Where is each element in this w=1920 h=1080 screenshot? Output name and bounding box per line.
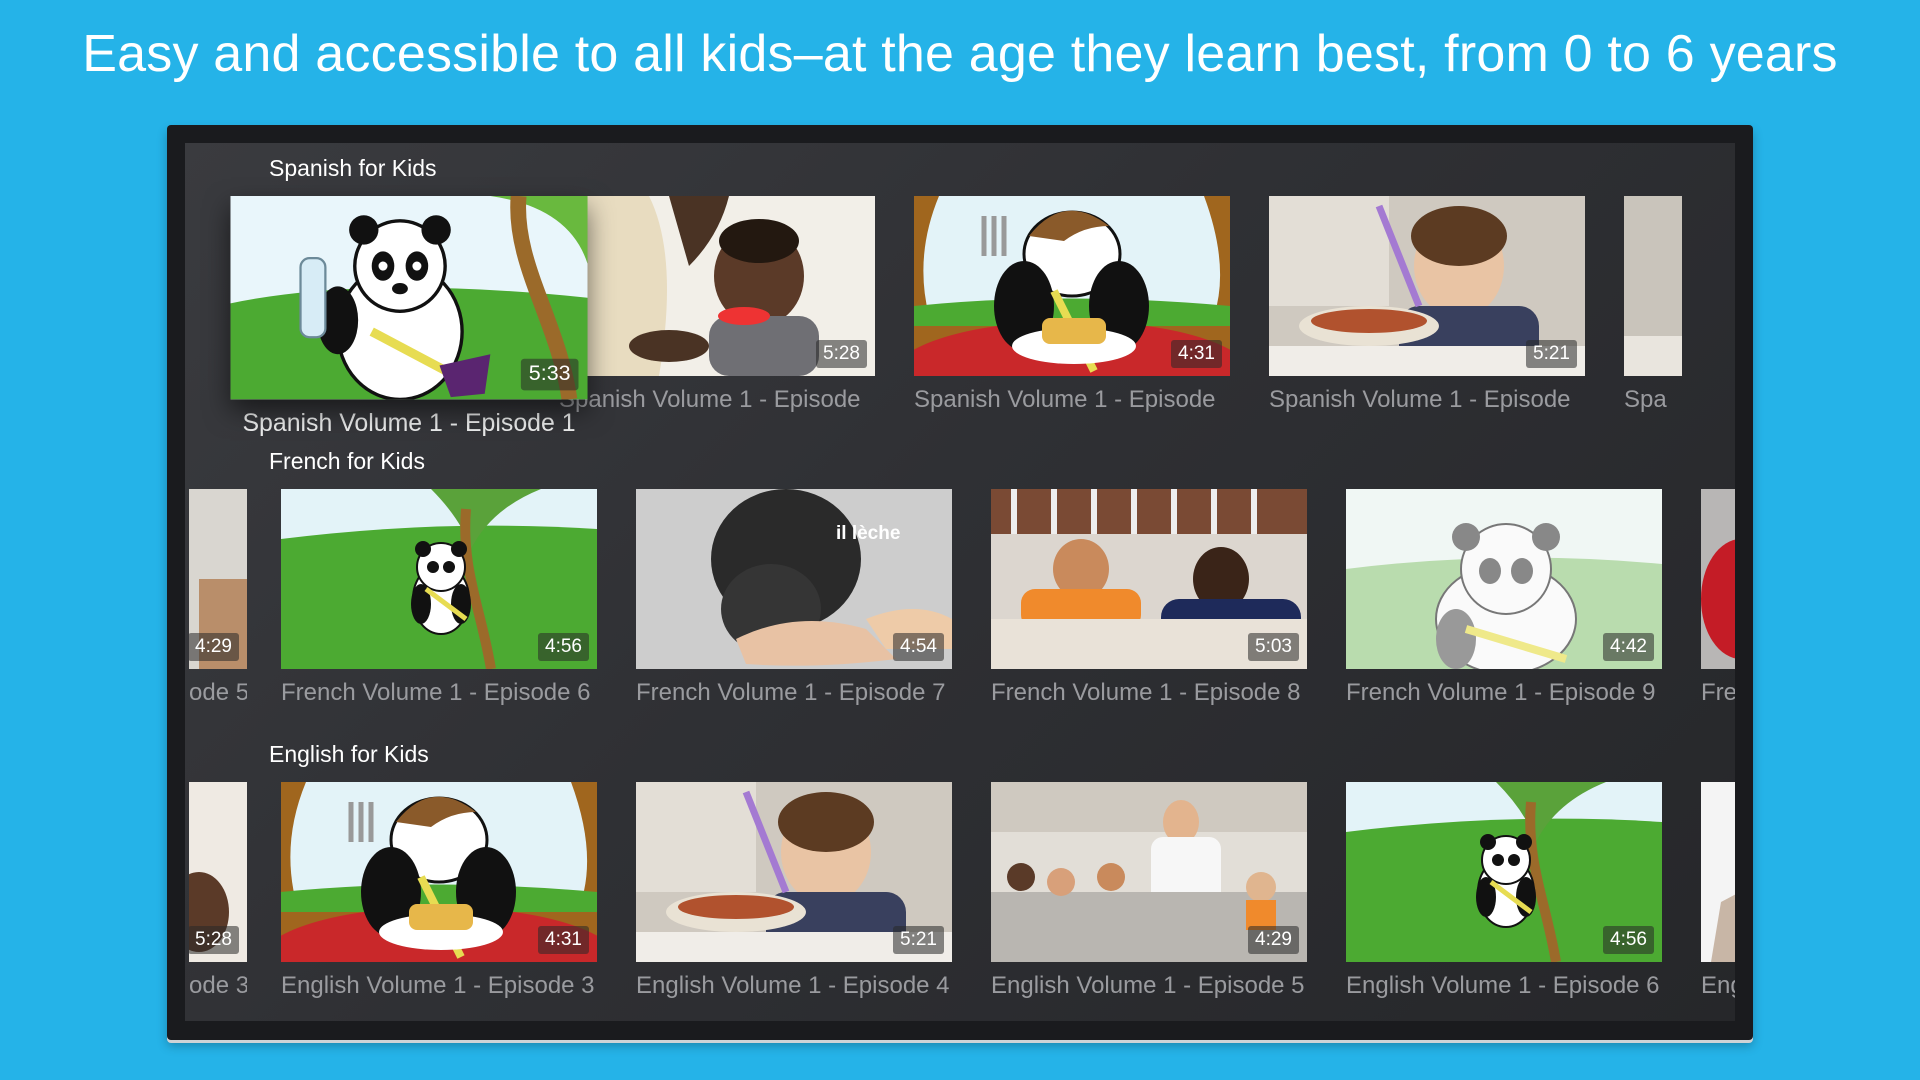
video-card[interactable]: 4:56 French Volume 1 - Episode 6 [281, 489, 597, 707]
duration-badge: 5:33 [520, 358, 579, 391]
video-card[interactable]: 4:42 French Volume 1 - Episode 9 [1346, 489, 1662, 707]
duration-badge: 4:31 [538, 926, 589, 954]
video-card[interactable]: il lèche 4:54 French Volume 1 - Episode … [636, 489, 952, 707]
video-card[interactable]: 5:21 English Volume 1 - Episode 4 [636, 782, 952, 1000]
row-title: English for Kids [269, 741, 429, 767]
video-card[interactable]: 5:21 Spanish Volume 1 - Episode [1269, 196, 1585, 414]
video-card-partial[interactable]: Spa [1624, 196, 1682, 414]
duration-badge: 4:29 [1248, 926, 1299, 954]
row-title: French for Kids [269, 448, 425, 474]
video-title: English Volume 1 - Episode 5 [991, 972, 1305, 999]
duration-badge: 4:42 [1603, 633, 1654, 661]
row-title: Spanish for Kids [269, 155, 437, 181]
video-title: French Volume 1 - Episode 7 [636, 679, 946, 706]
video-card[interactable]: 4:31 Spanish Volume 1 - Episode [914, 196, 1230, 414]
white-image [1701, 782, 1735, 962]
video-thumbnail[interactable]: 5:28 [559, 196, 875, 376]
video-thumbnail[interactable]: 5:21 [1269, 196, 1585, 376]
kitchen-image [1624, 196, 1682, 376]
video-title: English Volume 1 - Episode 4 [636, 972, 950, 999]
video-title: French Volume 1 - Episode 6 [281, 679, 591, 706]
video-thumbnail[interactable]: 4:56 [281, 489, 597, 669]
video-thumbnail[interactable] [1701, 489, 1735, 669]
duration-badge: 4:54 [893, 633, 944, 661]
video-title: Spa [1624, 386, 1667, 413]
video-title: English Volume 1 - Episode 3 [281, 972, 595, 999]
video-thumbnail[interactable]: 4:29 [189, 489, 247, 669]
video-title: Spanish Volume 1 - Episode [1269, 386, 1571, 413]
duration-badge: 4:56 [1603, 926, 1654, 954]
video-title: Fre [1701, 679, 1735, 706]
duration-badge: 4:31 [1171, 340, 1222, 368]
duration-badge: 4:29 [189, 633, 239, 661]
video-title: Spanish Volume 1 - Episode 1 [242, 408, 576, 437]
duration-badge: 5:28 [189, 926, 239, 954]
video-title: Spanish Volume 1 - Episode [914, 386, 1216, 413]
video-thumbnail[interactable]: 4:31 [281, 782, 597, 962]
video-thumbnail[interactable]: 5:03 [991, 489, 1307, 669]
red-image [1701, 489, 1735, 669]
video-thumbnail[interactable] [1701, 782, 1735, 962]
video-card-partial[interactable]: Fre [1701, 489, 1735, 707]
video-title: Spanish Volume 1 - Episode [559, 386, 861, 413]
video-thumbnail[interactable]: 5:28 [189, 782, 247, 962]
row-french: French for Kids 4:29 ode 5 4:56 French V… [185, 436, 1735, 726]
video-thumbnail[interactable]: il lèche 4:54 [636, 489, 952, 669]
video-card[interactable]: 4:29 English Volume 1 - Episode 5 [991, 782, 1307, 1000]
duration-badge: 5:28 [816, 340, 867, 368]
video-card[interactable]: 5:33 Spanish Volume 1 - Episode 1 [230, 196, 588, 438]
video-thumbnail[interactable]: 4:42 [1346, 489, 1662, 669]
video-thumbnail[interactable]: 5:21 [636, 782, 952, 962]
video-title: French Volume 1 - Episode 9 [1346, 679, 1656, 706]
video-title: English Volume 1 - Episode 6 [1346, 972, 1660, 999]
duration-badge: 4:56 [538, 633, 589, 661]
video-thumbnail[interactable] [1624, 196, 1682, 376]
video-card-partial[interactable]: 5:28 ode 3 [189, 782, 247, 1000]
video-thumbnail[interactable]: 4:29 [991, 782, 1307, 962]
video-card[interactable]: 4:31 English Volume 1 - Episode 3 [281, 782, 597, 1000]
video-thumbnail[interactable]: 5:33 [230, 196, 588, 400]
video-card[interactable]: 5:03 French Volume 1 - Episode 8 [991, 489, 1307, 707]
video-caption: il lèche [836, 523, 901, 544]
video-card-partial[interactable]: Eng [1701, 782, 1735, 1000]
video-title: ode 3 [189, 972, 247, 999]
row-english: English for Kids 5:28 ode 3 4:31 English… [185, 729, 1735, 1019]
video-title: ode 5 [189, 679, 247, 706]
video-thumbnail[interactable]: 4:56 [1346, 782, 1662, 962]
tv-frame: Spanish for Kids 5:33 Spanish Volume 1 -… [167, 125, 1753, 1040]
video-title: French Volume 1 - Episode 8 [991, 679, 1301, 706]
video-title: Eng [1701, 972, 1735, 999]
headline: Easy and accessible to all kids–at the a… [82, 25, 1838, 83]
video-card-partial[interactable]: 4:29 ode 5 [189, 489, 247, 707]
video-thumbnail[interactable]: 4:31 [914, 196, 1230, 376]
duration-badge: 5:03 [1248, 633, 1299, 661]
duration-badge: 5:21 [893, 926, 944, 954]
video-card[interactable]: 4:56 English Volume 1 - Episode 6 [1346, 782, 1662, 1000]
duration-badge: 5:21 [1526, 340, 1577, 368]
video-card[interactable]: 5:28 Spanish Volume 1 - Episode [559, 196, 875, 414]
row-spanish: Spanish for Kids 5:33 Spanish Volume 1 -… [185, 143, 1735, 437]
tv-screen: Spanish for Kids 5:33 Spanish Volume 1 -… [185, 143, 1735, 1021]
